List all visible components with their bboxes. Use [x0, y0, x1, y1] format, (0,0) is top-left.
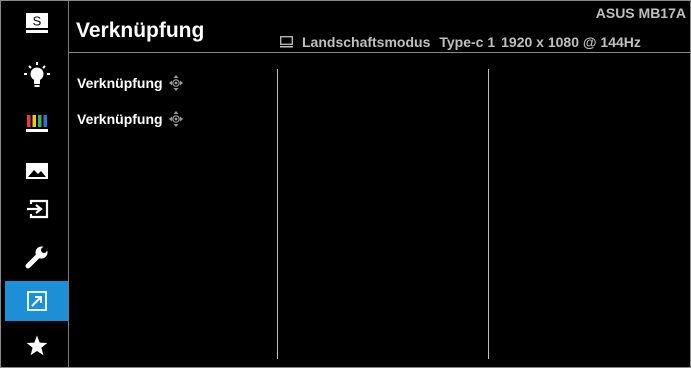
image-icon	[25, 163, 48, 179]
input-arrow-icon	[26, 199, 48, 219]
osd-panel: S Verknüpfung ASUS MB17A Landschaftsmodu…	[0, 0, 691, 368]
sidebar: S	[1, 1, 68, 367]
menu-item-label: Verknüpfung	[77, 111, 163, 127]
menu-item-shortcut-1[interactable]: Verknüpfung	[77, 75, 183, 91]
header-divider	[68, 52, 690, 53]
sidebar-divider	[68, 1, 69, 367]
resolution: 1920 x 1080 @ 144Hz	[501, 34, 641, 50]
sidebar-item-blue-light-filter[interactable]	[5, 55, 68, 95]
input-source: Type-c 1	[439, 34, 496, 50]
color-bars-icon	[25, 115, 48, 132]
sidebar-item-my-favorite[interactable]	[5, 326, 68, 366]
sidebar-item-system-setup[interactable]	[5, 237, 68, 277]
sidebar-item-image[interactable]	[5, 151, 68, 191]
menu-item-shortcut-2[interactable]: Verknüpfung	[77, 111, 183, 127]
monitor-landscape-icon	[280, 36, 293, 48]
model-name: ASUS MB17A	[595, 5, 686, 21]
sidebar-item-splendid[interactable]: S	[5, 3, 68, 43]
orientation-mode: Landschaftsmodus	[302, 34, 431, 50]
menu-item-label: Verknüpfung	[77, 75, 163, 91]
svg-text:S: S	[32, 14, 41, 29]
lightbulb-icon	[23, 62, 50, 87]
star-icon	[26, 335, 47, 356]
joystick-4way-icon	[168, 111, 183, 127]
page-title: Verknüpfung	[76, 19, 205, 42]
column-divider-2	[488, 69, 489, 359]
shortcut-arrow-icon	[26, 291, 47, 311]
sidebar-item-color[interactable]	[5, 103, 68, 143]
joystick-4way-icon	[168, 75, 183, 91]
status-bar: Landschaftsmodus Type-c 1 1920 x 1080 @ …	[280, 34, 641, 50]
splendid-s-icon: S	[25, 13, 48, 33]
sidebar-item-input-select[interactable]	[5, 189, 68, 229]
column-divider-1	[277, 69, 278, 359]
wrench-icon	[25, 246, 47, 269]
sidebar-item-shortcut[interactable]	[5, 281, 68, 321]
